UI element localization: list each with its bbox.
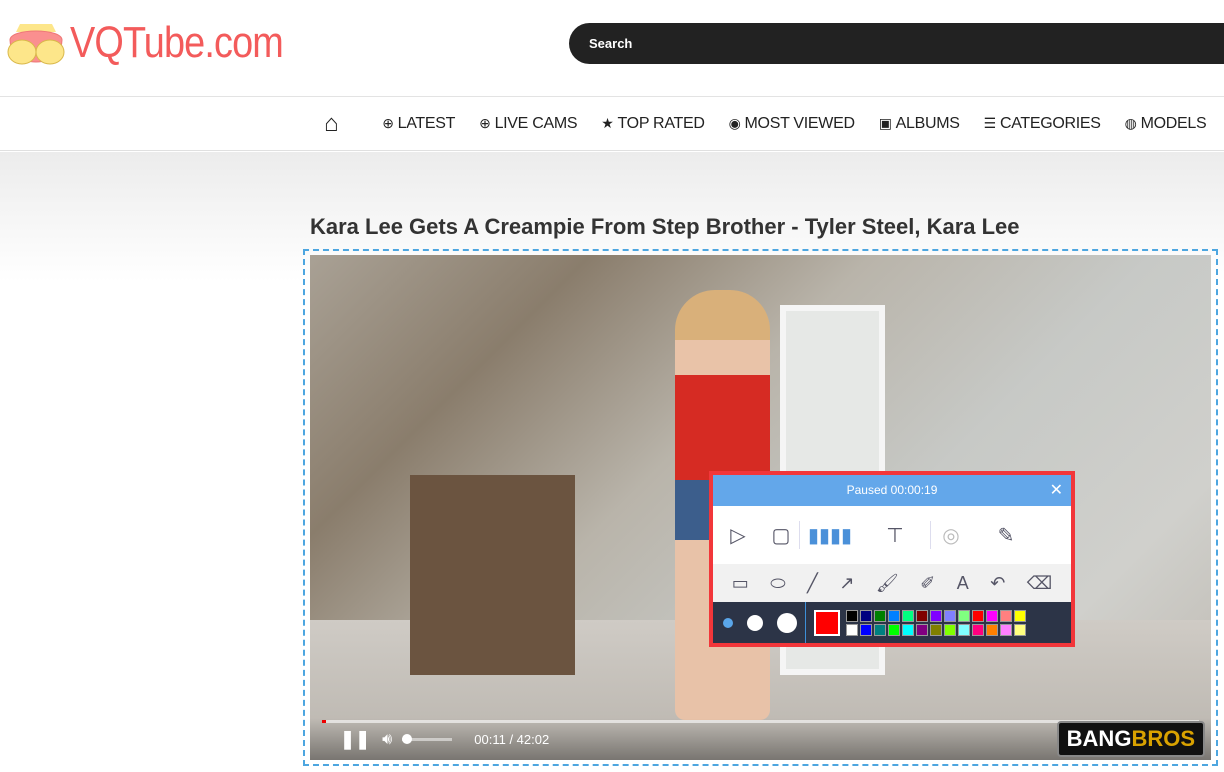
recorder-status: Paused 00:00:19 (846, 483, 938, 497)
audio-levels-icon[interactable]: ▮▮▮▮ (800, 523, 860, 548)
color-swatch[interactable] (944, 623, 956, 636)
color-swatch[interactable] (860, 623, 872, 636)
recorder-panel: Paused 00:00:19 ✕ ▷ ▢ ▮▮▮▮ ⊤ ◎ ✎ ▭ ⬭ ╱ ↗ … (709, 471, 1075, 647)
color-swatch[interactable] (860, 609, 872, 622)
color-swatch[interactable] (958, 623, 970, 636)
webcam-icon[interactable]: ◎ (931, 523, 971, 548)
color-swatch[interactable] (972, 609, 984, 622)
color-swatch[interactable] (874, 609, 886, 622)
color-swatch[interactable] (846, 623, 858, 636)
search-input[interactable]: Search (569, 23, 1224, 64)
star-icon: ★ (601, 115, 614, 131)
pause-icon[interactable]: ❚❚ (340, 729, 370, 750)
text-tool-icon[interactable]: A (957, 573, 969, 594)
color-swatch[interactable] (874, 623, 886, 636)
close-icon[interactable]: ✕ (1050, 475, 1063, 506)
highlighter-tool-icon[interactable]: ✐ (920, 573, 935, 594)
color-swatch[interactable] (958, 609, 970, 622)
plus-circle-icon: ⊕ (382, 115, 394, 131)
nav-label: MOST VIEWED (744, 114, 856, 132)
nav-label: MODELS (1140, 114, 1207, 132)
nav-item-home[interactable]: ⌂ (324, 110, 342, 138)
video-scene-cabinet (410, 475, 575, 675)
color-swatch[interactable] (846, 609, 858, 622)
color-swatch[interactable] (1014, 623, 1026, 636)
nav-item-models[interactable]: ◍ MODELS (1125, 115, 1207, 133)
brush-size-medium[interactable] (747, 614, 763, 631)
video-title: Kara Lee Gets A Creampie From Step Broth… (310, 214, 1020, 239)
main-content: Kara Lee Gets A Creampie From Step Broth… (0, 152, 1224, 772)
nav-item-most-viewed[interactable]: ◉ MOST VIEWED (729, 115, 855, 133)
color-swatch[interactable] (888, 623, 900, 636)
time-display: 00:11 / 42:02 (474, 732, 550, 747)
home-icon: ⌂ (324, 109, 339, 137)
timer-icon[interactable]: ⊤ (860, 523, 930, 548)
player-controls: ❚❚ 🔊︎ 00:11 / 42:02 BANGBROS (310, 718, 1211, 760)
nav-item-latest[interactable]: ⊕ LATEST (382, 115, 455, 133)
nav-item-top-rated[interactable]: ★ TOP RATED (601, 114, 705, 133)
nav-item-categories[interactable]: ☰ CATEGORIES (984, 115, 1101, 133)
user-circle-icon: ◍ (1124, 115, 1137, 131)
color-swatch[interactable] (1000, 623, 1012, 636)
seek-bar-fill (322, 720, 326, 723)
color-swatch[interactable] (902, 609, 914, 622)
nav-label: ALBUMS (895, 114, 960, 132)
nav-label: LIVE CAMS (494, 114, 578, 132)
color-swatch[interactable] (916, 609, 928, 622)
main-nav: ⌂ ⊕ LATEST ⊕ LIVE CAMS ★ TOP RATED ◉ MOST VIEWED… (0, 97, 1224, 151)
color-swatch[interactable] (888, 609, 900, 622)
volume-slider[interactable] (402, 734, 453, 744)
eraser-icon[interactable]: ⌫ (1027, 573, 1052, 594)
nav-label: TOP RATED (617, 114, 705, 132)
current-color[interactable] (814, 609, 840, 636)
logo-icon (7, 24, 65, 65)
ellipse-tool-icon[interactable]: ⬭ (770, 573, 785, 594)
color-swatch[interactable] (1014, 609, 1026, 622)
pencil-icon[interactable]: ✎ (971, 523, 1041, 548)
nav-item-albums[interactable]: ▣ ALBUMS (879, 115, 960, 133)
nav-item-live-cams[interactable]: ⊕ LIVE CAMS (479, 115, 577, 133)
line-tool-icon[interactable]: ╱ (807, 573, 818, 594)
brush-size-small[interactable] (723, 617, 733, 628)
brush-tool-icon[interactable]: 🖌︎ (876, 573, 899, 594)
stop-icon[interactable]: ▢ (763, 523, 799, 548)
color-swatch[interactable] (902, 623, 914, 636)
color-swatch[interactable] (972, 623, 984, 636)
plus-circle-icon: ⊕ (479, 115, 491, 131)
nav-label: CATEGORIES (999, 114, 1101, 132)
arrow-tool-icon[interactable]: ↗ (839, 573, 854, 594)
site-header: VQTube.com Search (0, 0, 1224, 97)
color-swatch[interactable] (1000, 609, 1012, 622)
color-palette (846, 609, 1026, 636)
volume-knob[interactable] (402, 734, 413, 744)
color-swatch[interactable] (930, 623, 942, 636)
logo-text: VQTube.com (70, 18, 284, 67)
volume-icon[interactable]: 🔊︎ (382, 731, 392, 749)
list-icon: ☰ (983, 115, 997, 131)
site-logo[interactable]: VQTube.com (4, 18, 318, 68)
color-swatch[interactable] (986, 609, 998, 622)
color-swatch[interactable] (986, 623, 998, 636)
eye-icon: ◉ (728, 115, 741, 131)
undo-icon[interactable]: ↶ (990, 573, 1005, 594)
color-swatch[interactable] (916, 623, 928, 636)
rectangle-tool-icon[interactable]: ▭ (732, 573, 749, 594)
brush-size-large[interactable] (777, 612, 797, 633)
color-swatch[interactable] (930, 609, 942, 622)
nav-label: LATEST (397, 114, 456, 132)
watermark-logo: BANGBROS (1056, 721, 1205, 757)
resume-icon[interactable]: ▷ (713, 523, 763, 548)
color-swatch[interactable] (944, 609, 956, 622)
image-icon: ▣ (878, 115, 892, 131)
